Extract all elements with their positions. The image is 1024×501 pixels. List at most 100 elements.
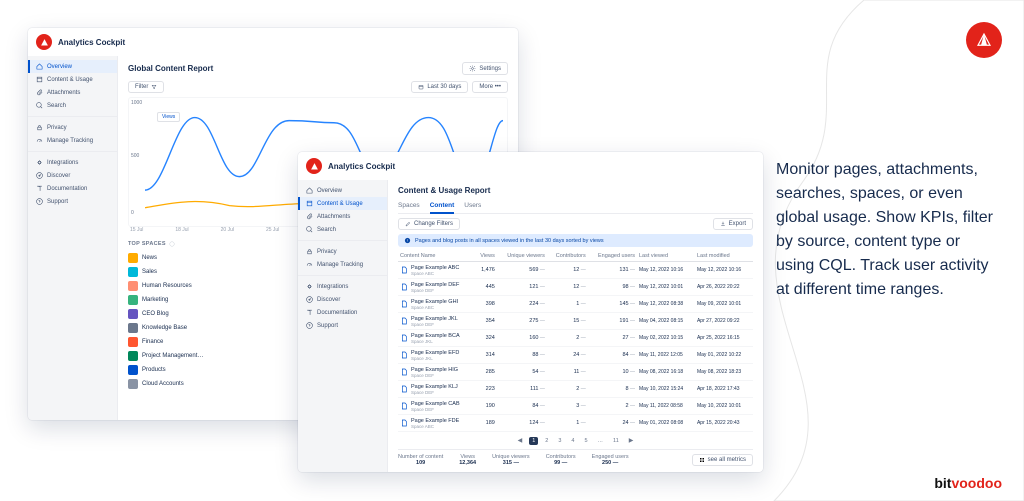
top-space-row[interactable]: Products 421 xyxy=(128,363,313,377)
sidebar-item-manage-tracking[interactable]: Manage Tracking xyxy=(298,258,387,271)
table-row[interactable]: Page Example JKLSpace DEF 354 275 15 191… xyxy=(398,313,753,330)
filter-button[interactable]: Filter xyxy=(128,81,164,93)
pager-page[interactable]: … xyxy=(595,437,607,445)
top-space-row[interactable]: Human Resources 3,204 xyxy=(128,279,313,293)
top-space-row[interactable]: Project Management… 912 xyxy=(128,349,313,363)
sidebar-item-support[interactable]: Support xyxy=(28,195,117,208)
export-label: Export xyxy=(729,221,746,227)
row-last-modified: Apr 27, 2022 09:22 xyxy=(695,313,753,330)
table-row[interactable]: Page Example GHISpace ABC 398 224 1 145 … xyxy=(398,296,753,313)
sidebar-item-discover[interactable]: Discover xyxy=(28,169,117,182)
sidebar-item-search[interactable]: Search xyxy=(28,99,117,112)
table-row[interactable]: Page Example BCASpace JKL 324 160 2 27 M… xyxy=(398,330,753,347)
change-filters-button[interactable]: Change Filters xyxy=(398,218,460,230)
top-space-row[interactable]: Knowledge Base 1,234 xyxy=(128,321,313,335)
top-space-row[interactable]: CEO Blog 2,202 xyxy=(128,307,313,321)
sidebar-item-label: Documentation xyxy=(47,186,87,192)
sidebar-item-attachments[interactable]: Attachments xyxy=(298,210,387,223)
more-button[interactable]: More ••• xyxy=(472,81,508,93)
table-row[interactable]: Page Example HIGSpace DEF 285 54 11 10 M… xyxy=(398,364,753,381)
gauge-icon xyxy=(36,137,43,144)
sidebar-item-label: Manage Tracking xyxy=(47,138,93,144)
pager-page[interactable]: 1 xyxy=(529,437,538,445)
sidebar-item-label: Search xyxy=(47,103,66,109)
tab-users[interactable]: Users xyxy=(464,199,481,213)
row-last-modified: May 09, 2022 10:01 xyxy=(695,296,753,313)
x-tick: 25 Jul xyxy=(266,227,279,233)
settings-button[interactable]: Settings xyxy=(462,62,508,75)
x-tick: 18 Jul xyxy=(175,227,188,233)
sidebar-item-search[interactable]: Search xyxy=(298,223,387,236)
row-views: 314 xyxy=(475,347,497,364)
sidebar-item-overview[interactable]: Overview xyxy=(28,60,117,73)
pager-page[interactable]: 5 xyxy=(581,437,590,445)
sidebar-item-attachments[interactable]: Attachments xyxy=(28,86,117,99)
metric-value: 12,364 xyxy=(459,460,476,466)
table-row[interactable]: Page Example ABCSpace ABC 1,476 569 12 1… xyxy=(398,262,753,279)
row-name: Page Example HIG xyxy=(411,367,458,373)
app-logo-icon xyxy=(36,34,52,50)
sidebar-item-label: Integrations xyxy=(317,284,348,290)
sidebar-item-integrations[interactable]: Integrations xyxy=(28,156,117,169)
integrations-icon xyxy=(36,159,43,166)
sidebar-item-documentation[interactable]: Documentation xyxy=(298,306,387,319)
sidebar-item-privacy[interactable]: Privacy xyxy=(28,121,117,134)
top-space-row[interactable]: Marketing 2,354 xyxy=(128,293,313,307)
pager-page[interactable]: 11 xyxy=(610,437,622,445)
sidebar-item-content-usage[interactable]: Content & Usage xyxy=(298,197,387,210)
see-all-label: see all metrics xyxy=(708,457,746,463)
pager-next[interactable]: ▶ xyxy=(626,436,637,445)
table-row[interactable]: Page Example CABSpace DEF 190 84 3 2 May… xyxy=(398,398,753,415)
sidebar-item-label: Content & Usage xyxy=(317,201,363,207)
sidebar-item-label: Discover xyxy=(47,173,70,179)
y-tick: 0 xyxy=(131,210,134,216)
sidebar-item-privacy[interactable]: Privacy xyxy=(298,245,387,258)
table-row[interactable]: Page Example FDESpace ABC 189 124 1 24 M… xyxy=(398,415,753,432)
filter-summary-hint: i Pages and blog posts in all spaces vie… xyxy=(398,234,753,247)
column-header[interactable]: Engaged users xyxy=(588,251,637,262)
sidebar-item-support[interactable]: Support xyxy=(298,319,387,332)
date-range-button[interactable]: Last 30 days xyxy=(411,81,468,93)
top-space-row[interactable]: Sales 3,987 xyxy=(128,265,313,279)
column-header[interactable]: Last viewed xyxy=(637,251,695,262)
column-header[interactable]: Contributors xyxy=(547,251,588,262)
row-last-modified: May 01, 2022 10:22 xyxy=(695,347,753,364)
column-header[interactable]: Views xyxy=(475,251,497,262)
column-header[interactable]: Unique viewers xyxy=(497,251,547,262)
table-row[interactable]: Page Example EFDSpace JKL 314 88 24 84 M… xyxy=(398,347,753,364)
column-header[interactable]: Last modified xyxy=(695,251,753,262)
top-space-row[interactable]: News 4,503 xyxy=(128,251,313,265)
help-icon xyxy=(36,198,43,205)
sidebar-item-content-usage[interactable]: Content & Usage xyxy=(28,73,117,86)
tab-spaces[interactable]: Spaces xyxy=(398,199,420,213)
row-last-modified: Apr 25, 2022 16:15 xyxy=(695,330,753,347)
page-title: Global Content Report xyxy=(128,64,213,73)
sidebar-item-manage-tracking[interactable]: Manage Tracking xyxy=(28,134,117,147)
table-row[interactable]: Page Example KLJSpace DEF 223 111 2 8 Ma… xyxy=(398,381,753,398)
row-engaged-users: 10 xyxy=(588,364,637,381)
pager-page[interactable]: 2 xyxy=(542,437,551,445)
table-row[interactable]: Page Example DEFSpace DEF 445 121 12 98 … xyxy=(398,279,753,296)
app-name: Analytics Cockpit xyxy=(58,38,125,47)
top-space-row[interactable]: Finance 1,231 xyxy=(128,335,313,349)
top-space-row[interactable]: Cloud Accounts 301 xyxy=(128,377,313,391)
sidebar-item-overview[interactable]: Overview xyxy=(298,184,387,197)
space-avatar-icon xyxy=(128,337,138,347)
sidebar-item-integrations[interactable]: Integrations xyxy=(298,280,387,293)
tab-content[interactable]: Content xyxy=(430,199,455,214)
sidebar-item-discover[interactable]: Discover xyxy=(298,293,387,306)
row-last-modified: Apr 26, 2022 20:22 xyxy=(695,279,753,296)
overview-icon xyxy=(306,187,313,194)
row-unique-viewers: 84 xyxy=(497,398,547,415)
row-contributors: 3 xyxy=(547,398,588,415)
compass-icon xyxy=(36,172,43,179)
column-header[interactable]: Content Name xyxy=(398,251,475,262)
pager-page[interactable]: 4 xyxy=(568,437,577,445)
sidebar-item-documentation[interactable]: Documentation xyxy=(28,182,117,195)
see-all-metrics-button[interactable]: see all metrics xyxy=(692,454,753,466)
pager-prev[interactable]: ◀ xyxy=(515,436,526,445)
more-label: More ••• xyxy=(479,84,501,90)
row-contributors: 1 xyxy=(547,296,588,313)
pager-page[interactable]: 3 xyxy=(555,437,564,445)
export-button[interactable]: Export xyxy=(713,218,753,230)
